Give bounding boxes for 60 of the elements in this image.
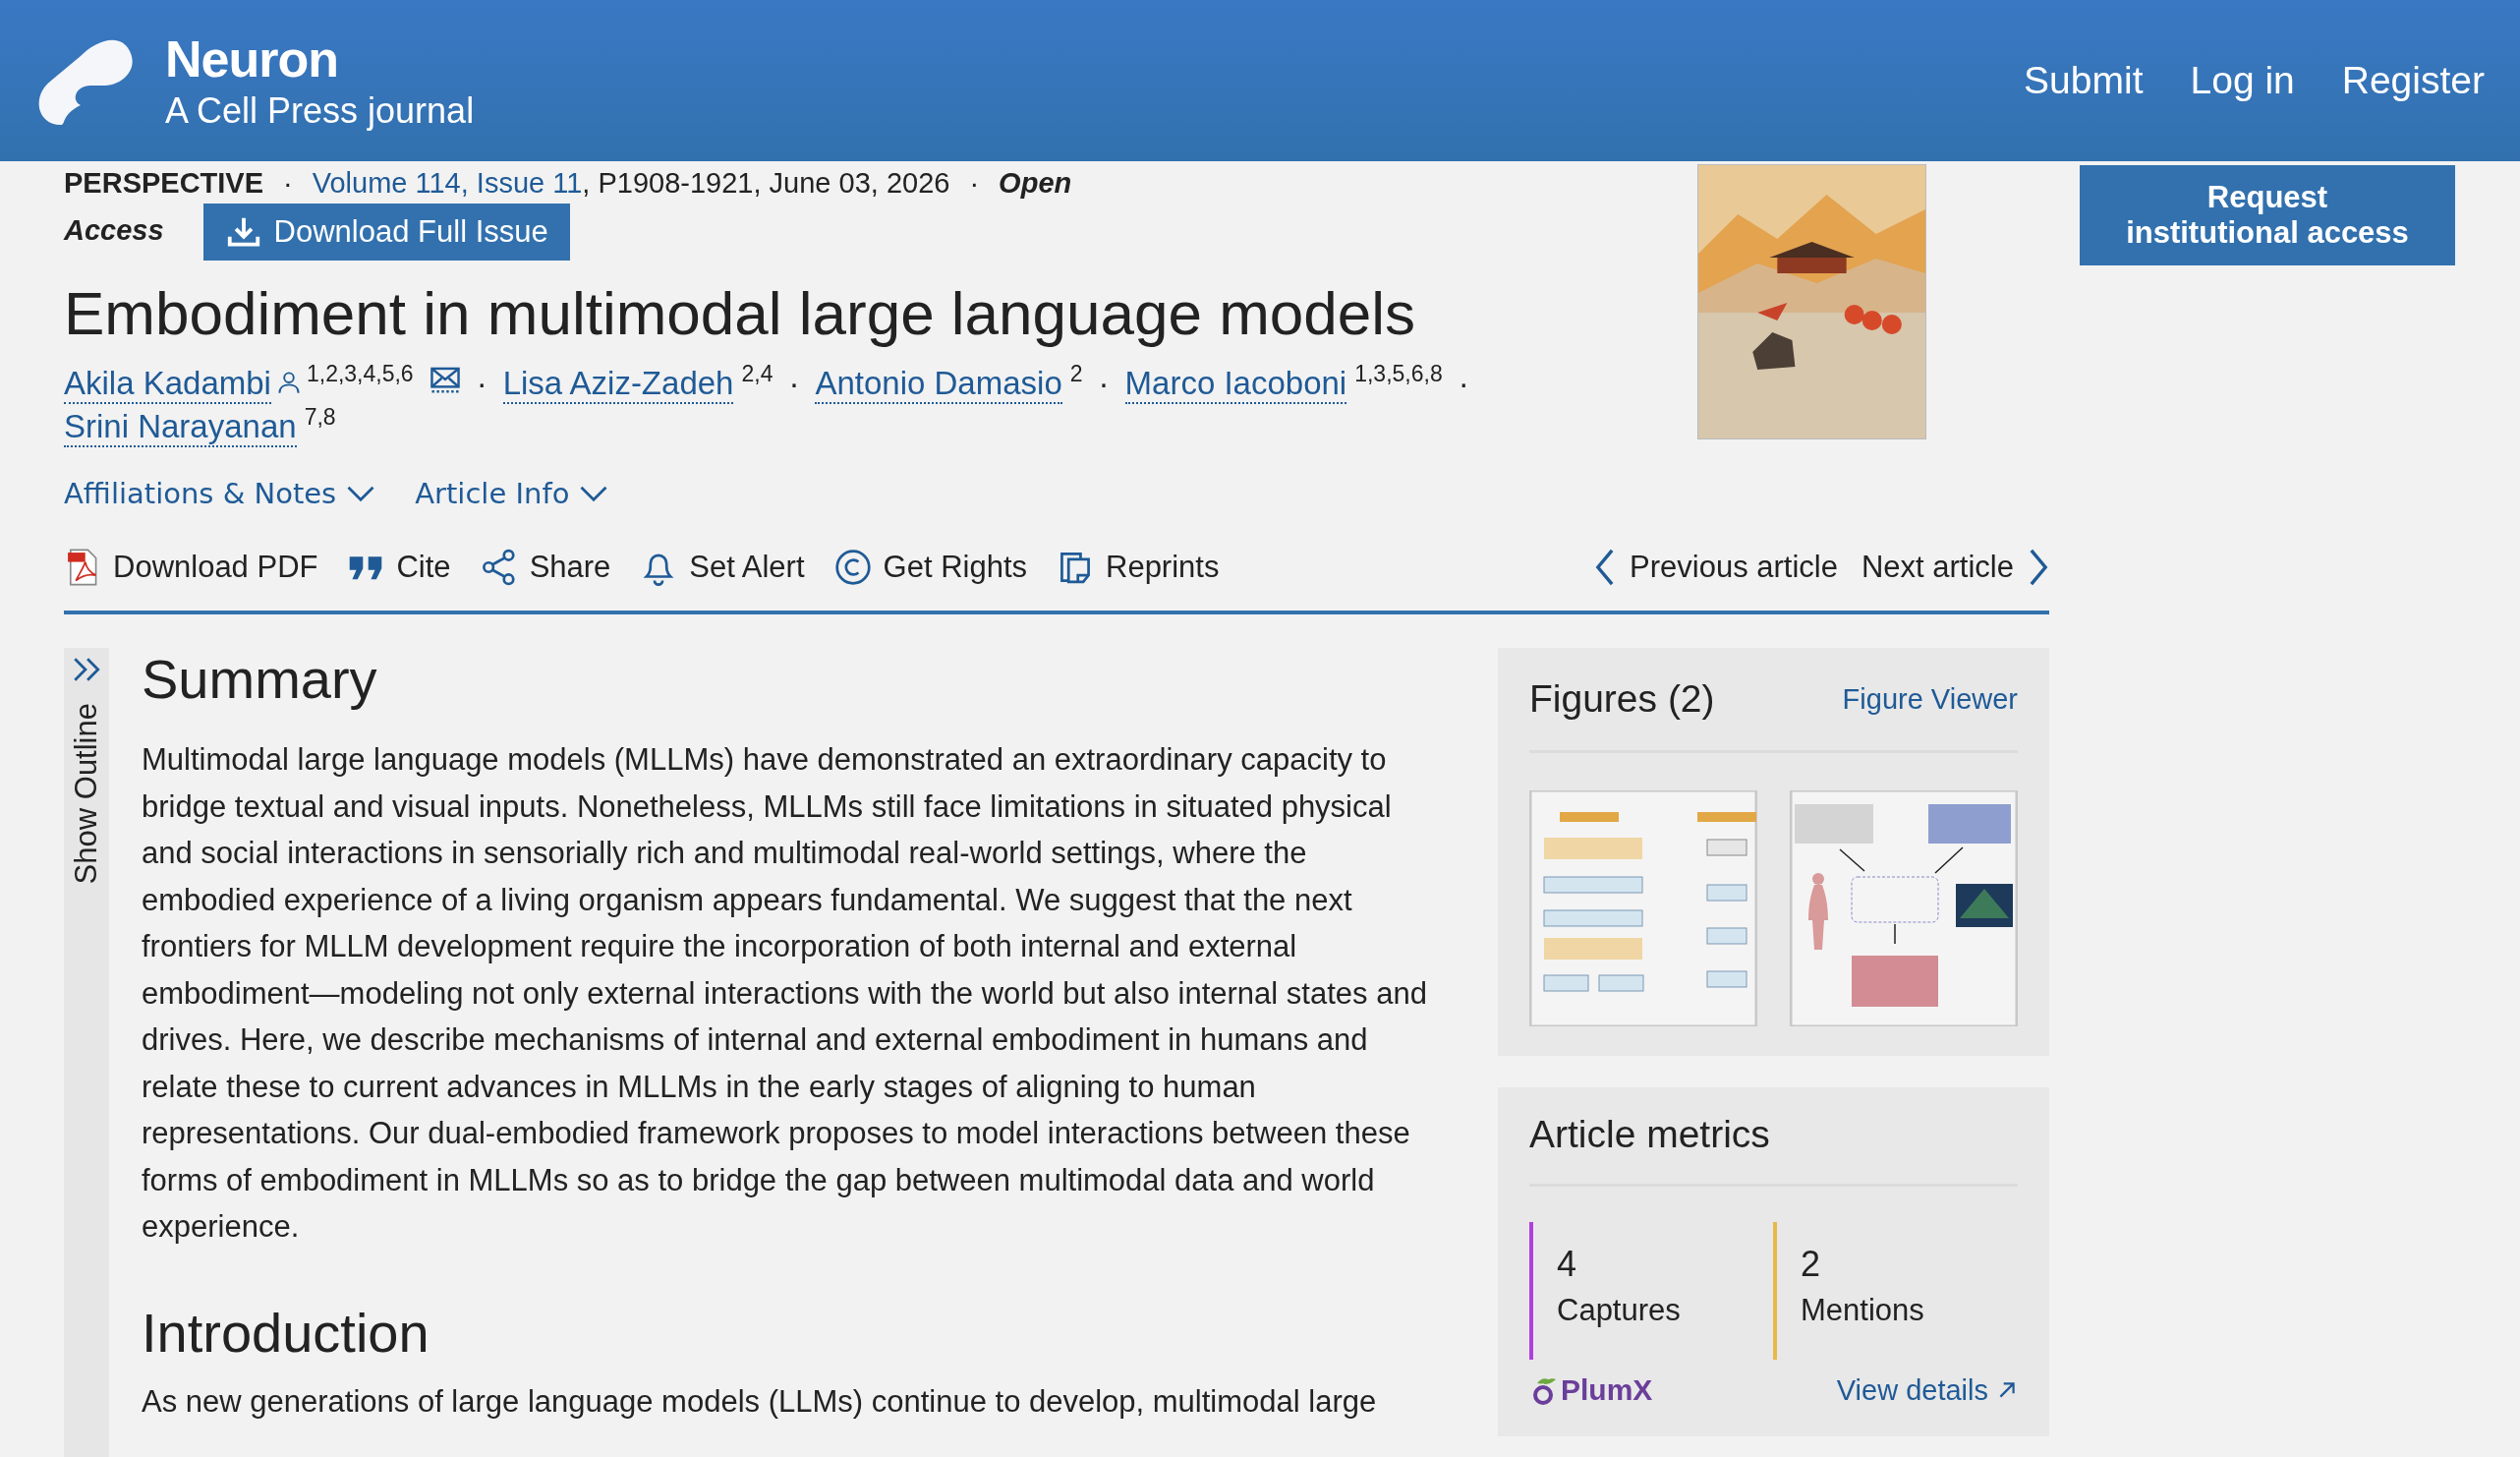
share-icon: [480, 549, 518, 586]
next-article-link[interactable]: Next article: [1861, 548, 2049, 587]
journal-title[interactable]: Neuron: [165, 29, 475, 89]
separator: ·: [788, 365, 800, 402]
metric-label: Captures: [1557, 1293, 1681, 1328]
article-title: Embodiment in multimodal large language models: [64, 278, 1417, 349]
separator: ·: [282, 167, 294, 200]
pages-date: , P1908-1921, June 03, 2026: [582, 167, 950, 200]
plumx-logo: PlumX: [1561, 1373, 1653, 1407]
toolbar-button[interactable]: Cite: [347, 549, 451, 586]
metric-value: 2: [1801, 1244, 1822, 1285]
separator: ·: [1458, 365, 1469, 402]
body-paragraph: As new generations of large language models (LLMs) continue to develop, multimodal large: [142, 1382, 1378, 1421]
email-icon[interactable]: [429, 365, 461, 394]
metric-value: 4: [1557, 1244, 1578, 1285]
previous-article-link[interactable]: Previous article: [1594, 548, 1838, 587]
toolbar-button[interactable]: Reprints: [1057, 549, 1220, 586]
panel-title: Figures (2): [1529, 677, 1715, 721]
author-link[interactable]: Akila Kadambi: [64, 365, 271, 404]
outline-toggle[interactable]: Show Outline: [64, 648, 109, 1457]
view-details-link[interactable]: View details: [1836, 1373, 2018, 1407]
request-access-button[interactable]: Request institutional access: [2080, 165, 2455, 265]
chevron-icon: [346, 485, 376, 502]
affiliation-numbers: 2: [1069, 363, 1083, 385]
separator: ·: [1098, 365, 1110, 402]
affiliation-numbers: 1,3,5,6,8: [1354, 363, 1443, 385]
download-issue-button[interactable]: Download Full Issue: [202, 204, 570, 261]
chevron-icon: [579, 485, 609, 502]
section-toggle[interactable]: Article Info: [415, 477, 609, 510]
chevron-right-icon: [2028, 548, 2049, 587]
affiliation-numbers: 1,2,3,4,5,6: [306, 363, 414, 385]
section-heading: Summary: [142, 648, 378, 711]
nav-link[interactable]: Log in: [2190, 59, 2295, 102]
access-label: Open: [999, 167, 1072, 200]
panel-title: Article metrics: [1529, 1113, 1771, 1156]
author-link[interactable]: Lisa Aziz-Zadeh: [502, 365, 734, 404]
separator: ·: [476, 365, 487, 402]
affiliation-numbers: 2,4: [741, 363, 773, 385]
separator: ·: [968, 167, 981, 200]
issue-link[interactable]: Volume 114, Issue 11: [312, 167, 583, 200]
author-link[interactable]: Marco Iacoboni: [1124, 365, 1347, 404]
toolbar-button[interactable]: Set Alert: [640, 549, 805, 586]
article-type: PERSPECTIVE: [64, 167, 264, 200]
author-link[interactable]: Srini Narayanan: [64, 408, 297, 447]
affiliation-numbers: 7,8: [304, 406, 336, 429]
metric-label: Mentions: [1801, 1293, 1924, 1328]
toolbar-button[interactable]: Share: [480, 549, 611, 586]
toolbar-button[interactable]: Download PDF: [64, 549, 318, 586]
copyright-icon: [833, 549, 872, 586]
summary-paragraph: Multimodal large language models (MLLMs) have demonstrated an extraordinary capacity to bridge textual and visual inputs. Nonetheless, MLLMs still face limitations in situated physical and social interactions in sensorially rich and multimodal real-world settings, where the embodied experience of a living organism appears fundamental. We suggest that the next frontiers for MLLM development require the incorporation of both internal and external embodiment—modeling not only external interactions with the world but also internal states and drives. Here, we describe mechanisms of internal and external embodiment in humans and relate these to current advances in MLLMs in the early stages of aligning to human representations. Our dual-embodied framework proposes to model interactions between these forms of embodiment in MLLMs so as to bridge the gap between multimodal data and world experience.: [142, 741, 1428, 1246]
figure-viewer-link[interactable]: Figure Viewer: [1842, 682, 2018, 716]
author-link[interactable]: Antonio Damasio: [815, 365, 1062, 404]
journal-subtitle: A Cell Press journal: [165, 89, 475, 133]
section-heading: Introduction: [142, 1301, 430, 1365]
double-chevron-icon: [71, 656, 102, 683]
nav-link[interactable]: Submit: [2024, 59, 2144, 102]
nav-link[interactable]: Register: [2341, 59, 2485, 102]
access-label: Access: [64, 213, 164, 247]
section-toggle[interactable]: Affiliations & Notes: [64, 477, 376, 510]
toolbar-button[interactable]: Get Rights: [833, 549, 1027, 586]
